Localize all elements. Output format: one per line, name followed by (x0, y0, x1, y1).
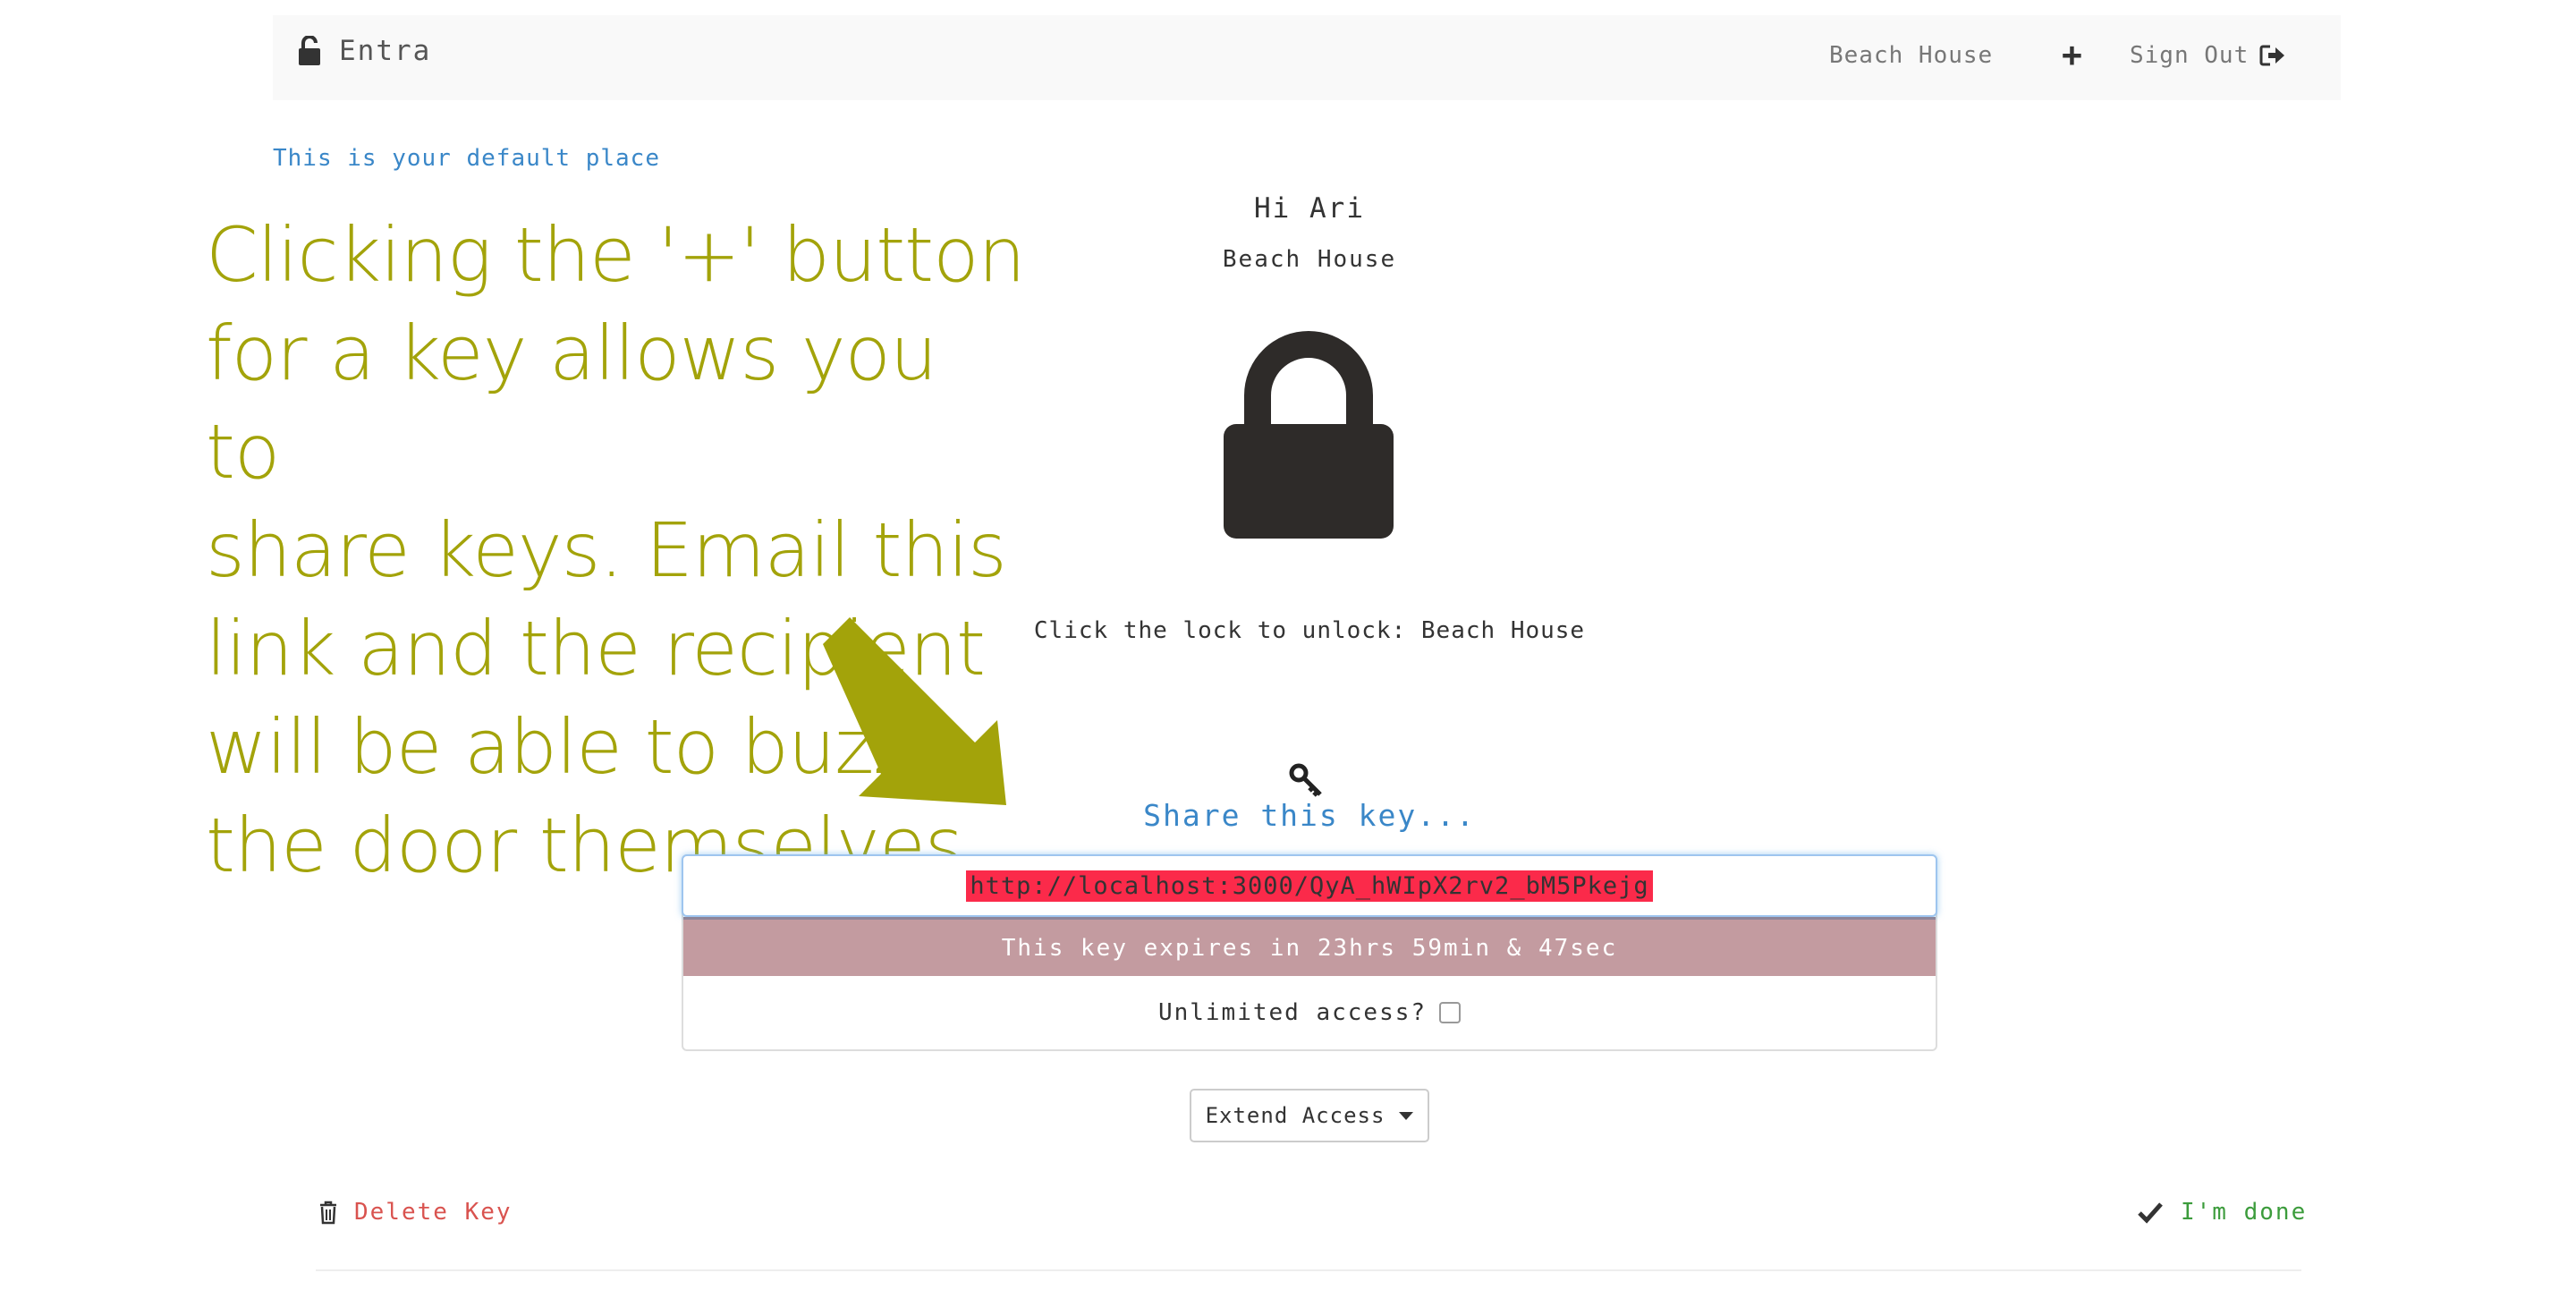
sign-out-icon (2259, 45, 2285, 66)
brand[interactable]: Entra (298, 35, 431, 67)
divider (316, 1269, 2301, 1271)
click-lock-text: Click the lock to unlock: Beach House (1033, 617, 1586, 644)
done-label: I'm done (2181, 1199, 2308, 1226)
navbar: Entra Beach House + Sign Out (273, 15, 2341, 100)
annotation-line: for a key allows you to (206, 310, 937, 496)
greeting-place: Beach House (1222, 246, 1397, 273)
sign-out-link[interactable]: Sign Out (2130, 42, 2286, 69)
unlimited-access-label: Unlimited access? (1157, 999, 1428, 1026)
expires-banner: This key expires in 23hrs 59min & 47sec (683, 917, 1936, 976)
delete-key-label: Delete Key (354, 1199, 513, 1226)
chevron-down-icon (1399, 1111, 1414, 1120)
key-icon (1289, 763, 1322, 797)
nav-place-link[interactable]: Beach House (1829, 42, 1993, 69)
check-icon (2138, 1202, 2163, 1224)
brand-name: Entra (339, 35, 432, 67)
default-place-text: This is your default place (273, 145, 660, 172)
greeting-title: Hi Ari (1254, 192, 1365, 225)
annotation-line: share keys. Email this (206, 506, 1007, 594)
annotation-line: Clicking the '+' button (206, 211, 1026, 299)
annotation-arrow-icon (823, 617, 1006, 805)
extend-access-label: Extend Access (1205, 1103, 1385, 1128)
share-heading: Share this key... (1143, 798, 1476, 833)
delete-key-button[interactable]: Delete Key (318, 1199, 513, 1226)
trash-icon (320, 1201, 336, 1225)
lock-icon[interactable] (1224, 331, 1394, 539)
sign-out-label: Sign Out (2130, 42, 2250, 69)
share-link-field[interactable]: http://localhost:3000/QyA_hWIpX2rv2_bM5P… (682, 854, 1937, 917)
share-link-text[interactable]: http://localhost:3000/QyA_hWIpX2rv2_bM5P… (966, 870, 1653, 902)
share-panel: http://localhost:3000/QyA_hWIpX2rv2_bM5P… (682, 854, 1937, 1051)
extend-access-dropdown[interactable]: Extend Access (1190, 1089, 1429, 1142)
add-key-button[interactable]: + (2062, 35, 2082, 74)
done-button[interactable]: I'm done (2138, 1199, 2307, 1226)
unlock-icon (299, 36, 320, 65)
unlimited-access-checkbox[interactable] (1439, 1002, 1462, 1023)
unlimited-access-row: Unlimited access? (683, 976, 1936, 1049)
